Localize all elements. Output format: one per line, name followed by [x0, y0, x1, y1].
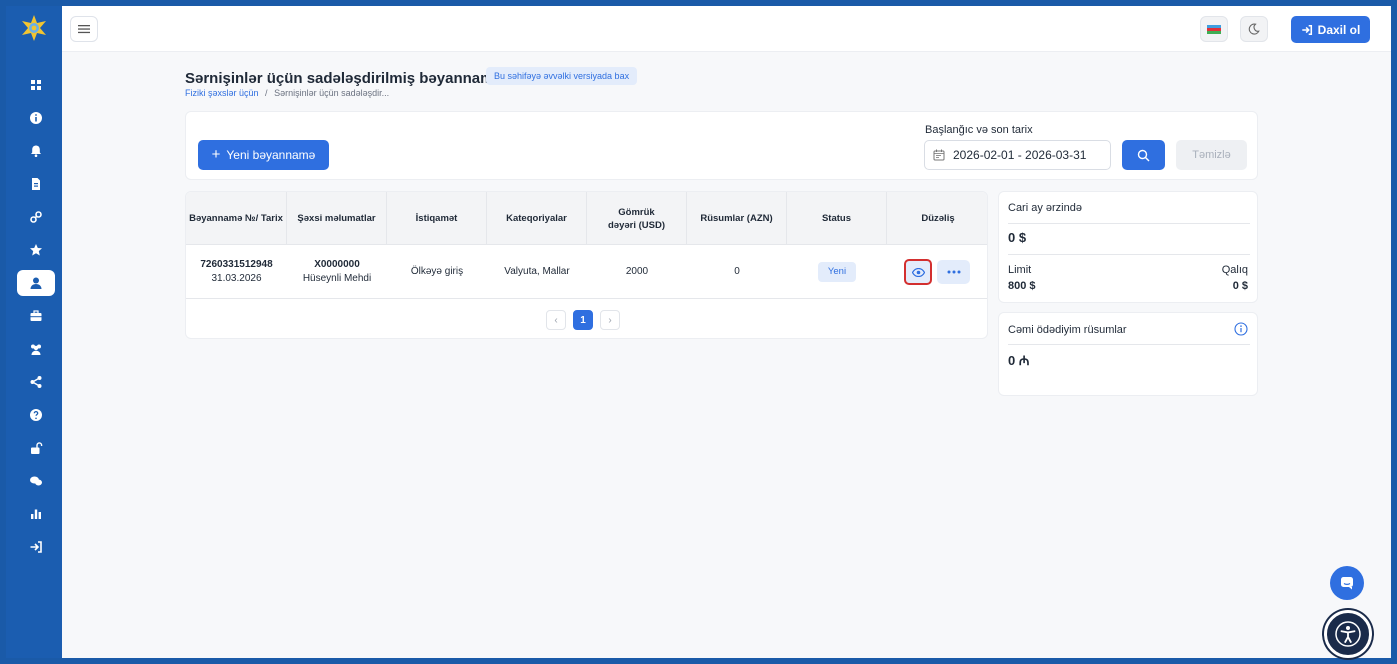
- filter-card: + Yeni bəyannamə Başlanğıc və son tarix …: [185, 111, 1258, 180]
- moon-icon: [1248, 23, 1260, 35]
- remaining-value: 0 $: [1232, 280, 1248, 292]
- login-button[interactable]: Daxil ol: [1291, 16, 1370, 43]
- card-divider: [1008, 223, 1250, 224]
- new-declaration-button[interactable]: + Yeni bəyannamə: [198, 140, 329, 170]
- cell-direction: Ölkəyə giriş: [410, 265, 464, 277]
- date-range-label: Başlanğıc və son tarix: [925, 124, 1033, 136]
- header-direction: İstiqamət: [387, 192, 487, 245]
- prev-page-button[interactable]: ‹: [546, 310, 566, 330]
- login-label: Daxil ol: [1317, 22, 1361, 37]
- sidebar: [6, 6, 62, 658]
- accessibility-button[interactable]: [1324, 610, 1372, 658]
- link-icon[interactable]: [17, 204, 55, 230]
- total-duties-value: 0 ₼: [1008, 353, 1030, 368]
- declaration-number: 7260331512948: [200, 258, 273, 270]
- sign-in-icon[interactable]: [17, 534, 55, 560]
- card-divider: [1008, 344, 1250, 345]
- limit-value: 800 $: [1008, 280, 1036, 292]
- cell-customs-value: 2000: [625, 265, 649, 277]
- next-page-button[interactable]: ›: [600, 310, 620, 330]
- table-header: Bəyannamə №/ Tarix Şəxsi məlumatlar İsti…: [186, 192, 987, 245]
- breadcrumb: Fiziki şəxslər üçün / Sərnişinlər üçün s…: [185, 88, 389, 98]
- total-duties-label: Cəmi ödədiyim rüsumlar: [1008, 324, 1127, 336]
- eye-icon: [911, 267, 925, 277]
- hamburger-icon: [78, 25, 90, 34]
- dashboard-icon[interactable]: [17, 72, 55, 98]
- azerbaijan-flag-icon: [1207, 24, 1221, 34]
- header-declaration-no: Bəyannamə №/ Tarix: [186, 192, 287, 245]
- info-icon[interactable]: [17, 105, 55, 131]
- date-range-input[interactable]: 2026-02-01 - 2026-03-31: [924, 140, 1111, 170]
- star-icon[interactable]: [17, 237, 55, 263]
- unlock-icon[interactable]: [17, 435, 55, 461]
- app-frame: Daxil ol Sərnişinlər üçün sadələşdirilmi…: [0, 0, 1397, 664]
- cell-categories: Valyuta, Mallar: [504, 265, 570, 277]
- month-value: 0 $: [1008, 230, 1027, 245]
- header-duties: Rüsumlar (AZN): [687, 192, 787, 245]
- language-button[interactable]: [1200, 16, 1228, 42]
- plus-icon: +: [211, 146, 221, 163]
- search-button[interactable]: [1122, 140, 1165, 170]
- more-actions-button[interactable]: [937, 260, 970, 284]
- page-1-button[interactable]: 1: [573, 310, 593, 330]
- info-circle-icon[interactable]: [1234, 322, 1248, 341]
- person-name: Hüseynli Mehdi: [302, 272, 372, 284]
- user-icon[interactable]: [17, 270, 55, 296]
- search-icon: [1137, 149, 1150, 161]
- breadcrumb-current: Sərnişinlər üçün sadələşdir...: [274, 88, 390, 98]
- clear-button[interactable]: Təmizlə: [1176, 140, 1247, 170]
- cell-declaration-no: 7260331512948 31.03.2026: [186, 245, 287, 298]
- row-divider: [186, 298, 987, 299]
- total-duties-card: Cəmi ödədiyim rüsumlar 0 ₼: [998, 312, 1258, 396]
- card-divider: [1008, 254, 1250, 255]
- top-bar: Daxil ol: [62, 6, 1391, 52]
- header-status: Status: [787, 192, 887, 245]
- person-id: X0000000: [314, 258, 360, 270]
- users-icon[interactable]: [17, 336, 55, 362]
- month-label: Cari ay ərzində: [1008, 202, 1082, 214]
- bell-icon[interactable]: [17, 138, 55, 164]
- header-actions: Düzəliş: [921, 213, 955, 224]
- view-button[interactable]: [904, 259, 932, 285]
- date-range-value: 2026-02-01 - 2026-03-31: [953, 148, 1087, 162]
- main-content: Daxil ol Sərnişinlər üçün sadələşdirilmi…: [62, 6, 1391, 658]
- pagination: ‹ 1 ›: [546, 310, 620, 330]
- remaining-label: Qalıq: [1221, 264, 1248, 276]
- theme-toggle-button[interactable]: [1240, 16, 1268, 42]
- accessibility-icon: [1335, 621, 1361, 647]
- customs-logo-icon[interactable]: [20, 14, 48, 42]
- limit-label: Limit: [1008, 264, 1032, 276]
- new-declaration-label: Yeni bəyannamə: [226, 148, 316, 162]
- cell-status: Yeni: [787, 245, 887, 298]
- declarations-table: Bəyannamə №/ Tarix Şəxsi məlumatlar İsti…: [185, 191, 988, 339]
- breadcrumb-separator: /: [265, 88, 268, 98]
- status-badge: Yeni: [817, 261, 857, 282]
- declaration-date: 31.03.2026: [211, 272, 262, 284]
- document-icon[interactable]: [17, 171, 55, 197]
- chat-bubble-icon: [1341, 577, 1353, 590]
- old-version-badge[interactable]: Bu səhifəyə əvvəlki versiyada bax: [486, 67, 638, 85]
- cell-personal-info: X0000000 Hüseynli Mehdi: [287, 245, 387, 298]
- monthly-summary-card: Cari ay ərzində 0 $ Limit 800 $ Qalıq 0 …: [998, 191, 1258, 303]
- ellipsis-icon: [947, 270, 960, 274]
- header-personal-info: Şəxsi məlumatlar: [287, 192, 387, 245]
- briefcase-icon[interactable]: [17, 303, 55, 329]
- calendar-icon: [933, 149, 945, 161]
- sign-in-icon: [1301, 24, 1312, 35]
- header-categories: Kateqoriyalar: [487, 192, 587, 245]
- page-title: Sərnişinlər üçün sadələşdirilmiş bəyanna…: [185, 70, 502, 87]
- question-icon[interactable]: [17, 402, 55, 428]
- cell-duties: 0: [734, 265, 740, 277]
- bar-chart-icon[interactable]: [17, 501, 55, 527]
- header-customs-value: Gömrük dəyəri (USD): [587, 192, 687, 245]
- breadcrumb-parent-link[interactable]: Fiziki şəxslər üçün: [185, 88, 259, 98]
- share-icon[interactable]: [17, 369, 55, 395]
- chat-support-button[interactable]: [1330, 566, 1364, 600]
- hamburger-menu-button[interactable]: [70, 16, 98, 42]
- chat-icon[interactable]: [17, 468, 55, 494]
